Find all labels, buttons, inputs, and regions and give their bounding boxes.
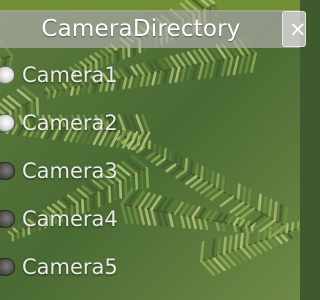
camera-option-4[interactable]: Camera4: [0, 202, 260, 236]
radio-button-icon[interactable]: [0, 66, 15, 84]
camera-option-5[interactable]: Camera5: [0, 250, 260, 284]
radio-button-icon[interactable]: [0, 258, 15, 276]
camera-label: Camera2: [22, 111, 118, 135]
camera-option-1[interactable]: Camera1: [0, 58, 260, 92]
close-button[interactable]: ×: [282, 11, 307, 47]
camera-option-3[interactable]: Camera3: [0, 154, 260, 188]
camera-label: Camera1: [22, 63, 118, 87]
radio-button-icon[interactable]: [0, 162, 15, 180]
radio-button-icon[interactable]: [0, 210, 15, 228]
camera-label: Camera3: [22, 159, 118, 183]
window-title: CameraDirectory: [41, 16, 241, 42]
window-title-bar: CameraDirectory: [0, 10, 300, 48]
camera-label: Camera4: [22, 207, 118, 231]
camera-option-2[interactable]: Camera2: [0, 106, 260, 140]
camera-label: Camera5: [22, 255, 118, 279]
radio-button-icon[interactable]: [0, 114, 15, 132]
